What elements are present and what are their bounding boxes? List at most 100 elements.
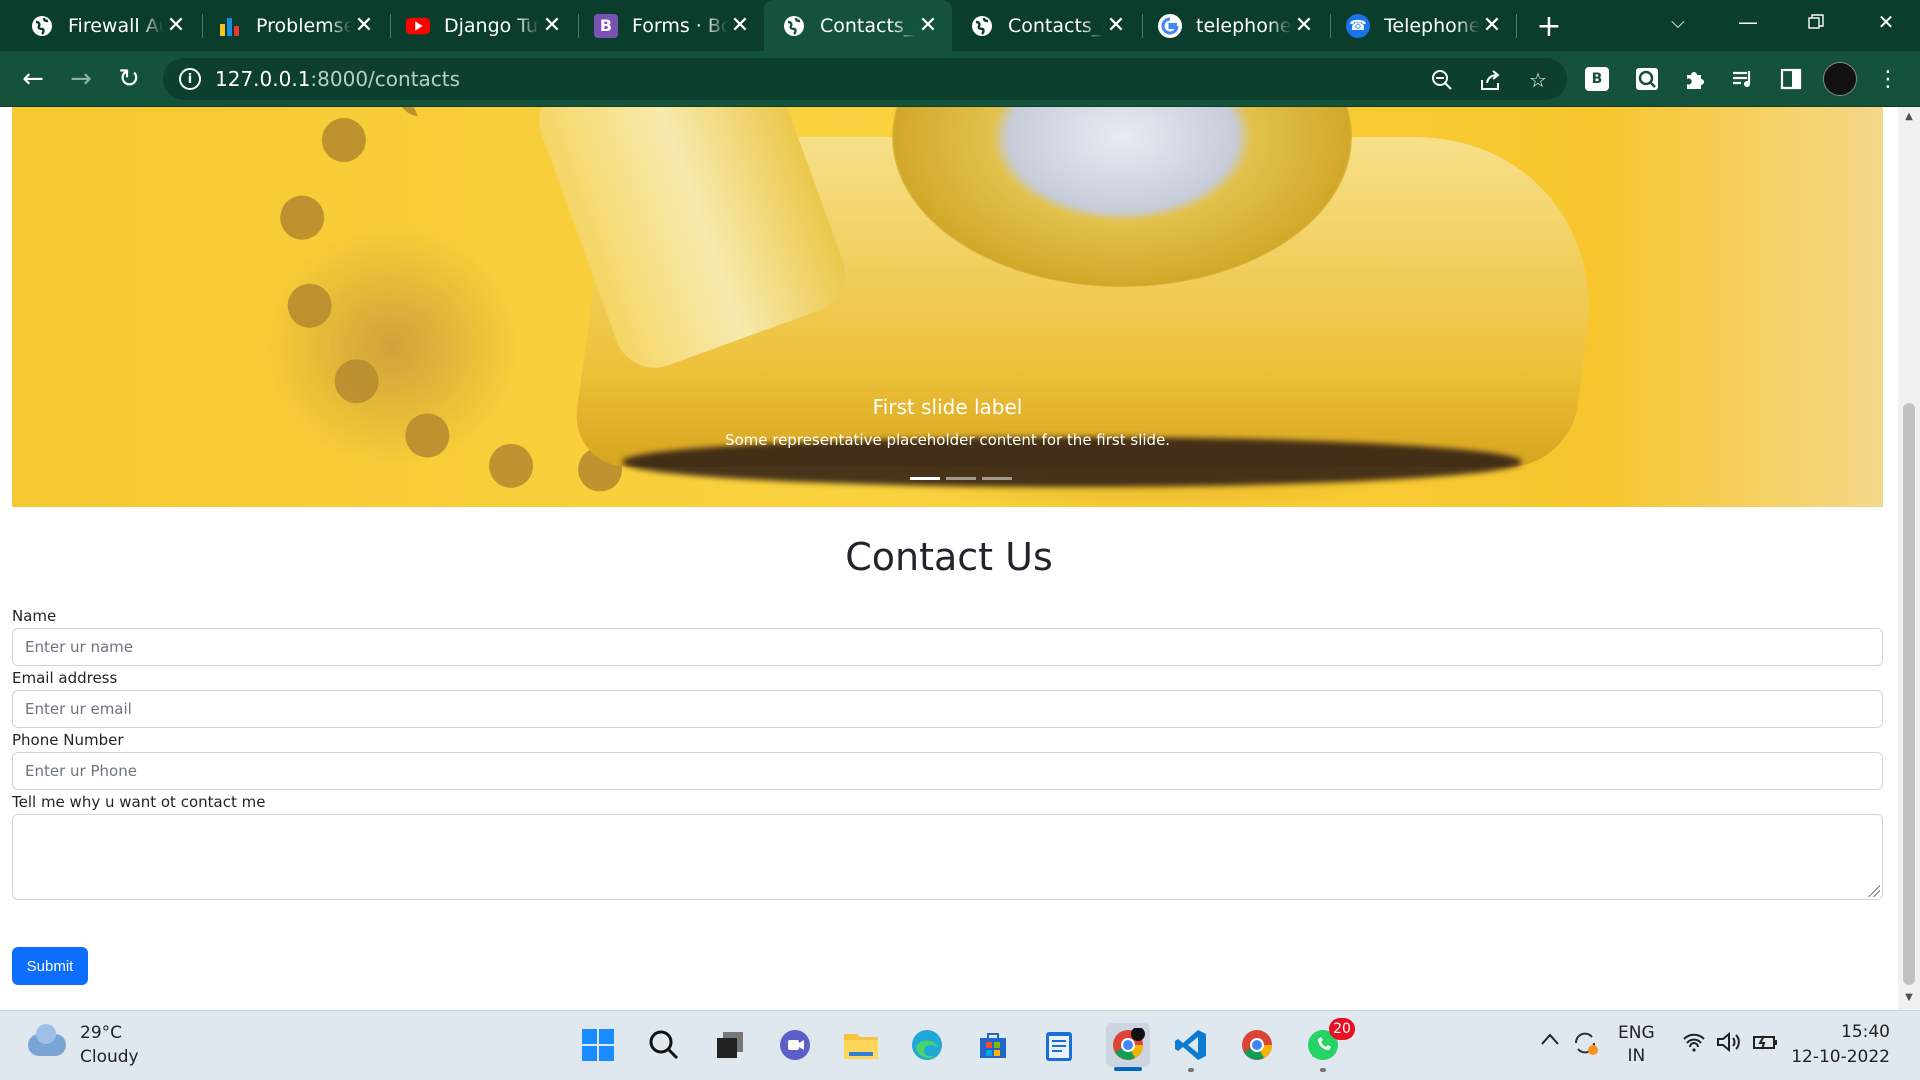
volume-icon[interactable]: [1716, 1031, 1742, 1057]
tab-strip: Firewall Aut ✕ Problemset ✕ Django Tuto …: [0, 0, 1920, 51]
wifi-icon[interactable]: [1682, 1032, 1706, 1057]
carousel-indicator[interactable]: [982, 477, 1012, 480]
close-tab-icon[interactable]: ✕: [728, 13, 752, 38]
restore-button[interactable]: [1788, 0, 1844, 44]
reload-button[interactable]: ↻: [110, 60, 148, 98]
tab-problemset[interactable]: Problemset ✕: [200, 0, 388, 51]
weather-temp: 29°C: [80, 1023, 123, 1043]
url-path: :8000/contacts: [310, 67, 461, 91]
carousel-indicator[interactable]: [946, 477, 976, 480]
zoom-icon[interactable]: [1429, 67, 1455, 93]
microsoft-store-icon[interactable]: [974, 1026, 1012, 1064]
email-label: Email address: [12, 669, 118, 687]
url-host: 127.0.0.1: [215, 67, 311, 91]
running-app-indicator: [1320, 1068, 1326, 1072]
tab-title: Contacts_Pa: [820, 14, 916, 37]
tab-search-chevron-icon[interactable]: ⌵: [1650, 0, 1706, 44]
running-app-indicator: [1188, 1068, 1194, 1072]
weather-text: 29°C Cloudy: [80, 1021, 139, 1069]
media-control-icon[interactable]: [1729, 65, 1757, 93]
tray-chevron-up-icon[interactable]: [1540, 1030, 1560, 1051]
bootstrap-icon: B: [594, 13, 618, 38]
extensions-puzzle-icon[interactable]: [1681, 65, 1709, 93]
tab-telephone-search[interactable]: telephone ✕: [1140, 0, 1328, 51]
vscode-icon[interactable]: [1172, 1026, 1210, 1064]
tab-contacts-active[interactable]: Contacts_Pa ✕: [764, 0, 952, 51]
url-text[interactable]: 127.0.0.1:8000/contacts: [215, 67, 460, 91]
cloud-icon: [28, 1024, 66, 1056]
language-indicator[interactable]: ENG IN: [1618, 1022, 1655, 1068]
google-icon: [1158, 13, 1182, 38]
tab-django[interactable]: Django Tuto ✕: [388, 0, 576, 51]
globe-icon: [782, 14, 806, 38]
browser-toolbar: ← → ↻ i 127.0.0.1:8000/contacts ☆ B ⋮: [0, 51, 1920, 107]
side-panel-icon[interactable]: [1777, 65, 1805, 93]
bookmark-star-icon[interactable]: ☆: [1525, 67, 1551, 93]
windows-start-icon[interactable]: [579, 1026, 617, 1064]
chrome-active-icon[interactable]: [1106, 1023, 1150, 1067]
email-input[interactable]: Enter ur email: [12, 690, 1883, 728]
resize-grip-icon[interactable]: [1868, 885, 1880, 897]
task-view-icon[interactable]: [711, 1026, 749, 1064]
chrome-icon[interactable]: [1238, 1026, 1276, 1064]
tab-divider: [1516, 14, 1517, 38]
reason-textarea[interactable]: [12, 814, 1883, 900]
share-icon[interactable]: [1477, 67, 1503, 93]
scroll-down-arrow-icon[interactable]: ▼: [1903, 992, 1915, 1006]
edge-browser-icon[interactable]: [908, 1026, 946, 1064]
new-tab-button[interactable]: +: [1531, 9, 1567, 44]
teams-chat-icon[interactable]: [776, 1026, 814, 1064]
phone-input[interactable]: Enter ur Phone: [12, 752, 1883, 790]
menu-kebab-icon[interactable]: ⋮: [1874, 65, 1902, 93]
taskbar-search-icon[interactable]: [645, 1026, 683, 1064]
clock-date: 12-10-2022: [1791, 1047, 1890, 1067]
tab-telephone[interactable]: ☎ Telephone I ✕: [1328, 0, 1516, 51]
scrollbar-thumb[interactable]: [1903, 403, 1915, 985]
close-window-button[interactable]: ✕: [1858, 0, 1914, 44]
page-title: Contact Us: [845, 535, 1053, 579]
whatsapp-notification-badge: 20: [1329, 1018, 1355, 1040]
close-tab-icon[interactable]: ✕: [540, 13, 564, 38]
scroll-up-arrow-icon[interactable]: ▲: [1903, 111, 1915, 125]
tab-forms-bootstrap[interactable]: B Forms · Boo ✕: [576, 0, 764, 51]
tab-title: Telephone I: [1384, 14, 1480, 37]
close-tab-icon[interactable]: ✕: [164, 13, 188, 38]
language-region: IN: [1627, 1046, 1646, 1066]
address-bar[interactable]: i 127.0.0.1:8000/contacts ☆: [163, 58, 1567, 100]
youtube-icon: [406, 14, 430, 38]
submit-button[interactable]: Submit: [12, 947, 88, 985]
close-tab-icon[interactable]: ✕: [352, 13, 376, 38]
profile-avatar[interactable]: [1823, 62, 1857, 96]
carousel-caption-title: First slide label: [872, 395, 1023, 419]
close-tab-icon[interactable]: ✕: [1104, 13, 1128, 38]
page-scrollbar[interactable]: ▲ ▼: [1898, 107, 1920, 1010]
carousel-indicator[interactable]: [910, 477, 940, 480]
page-viewport: First slide label Some representative pl…: [0, 107, 1898, 1010]
back-button[interactable]: ←: [14, 60, 52, 98]
close-tab-icon[interactable]: ✕: [1292, 13, 1316, 38]
carousel[interactable]: First slide label Some representative pl…: [12, 107, 1883, 507]
tab-firewall[interactable]: Firewall Aut ✕: [12, 0, 200, 51]
battery-icon[interactable]: [1752, 1032, 1778, 1057]
close-tab-icon[interactable]: ✕: [916, 13, 940, 38]
weather-widget[interactable]: 29°C Cloudy: [28, 1021, 139, 1069]
taskbar-clock[interactable]: 15:40 12-10-2022: [1791, 1020, 1890, 1070]
file-explorer-icon[interactable]: [842, 1026, 880, 1064]
notepad-icon[interactable]: [1040, 1026, 1078, 1064]
clock-time: 15:40: [1841, 1022, 1890, 1042]
sync-icon[interactable]: [1572, 1030, 1600, 1061]
tab-title: Django Tuto: [444, 14, 540, 37]
globe-icon: [970, 14, 994, 38]
bootstrap-extension-icon[interactable]: B: [1585, 67, 1609, 91]
name-input[interactable]: Enter ur name: [12, 628, 1883, 666]
reason-label: Tell me why u want ot contact me: [12, 793, 266, 811]
tab-contacts[interactable]: Contacts_Pa ✕: [952, 0, 1140, 51]
close-tab-icon[interactable]: ✕: [1480, 13, 1504, 38]
codeforces-icon: [218, 14, 242, 38]
weather-desc: Cloudy: [80, 1047, 139, 1067]
forward-button[interactable]: →: [62, 60, 100, 98]
search-extension-icon[interactable]: [1633, 65, 1661, 93]
site-info-icon[interactable]: i: [179, 68, 201, 90]
tab-title: Contacts_Pa: [1008, 14, 1104, 37]
minimize-button[interactable]: —: [1720, 0, 1776, 44]
